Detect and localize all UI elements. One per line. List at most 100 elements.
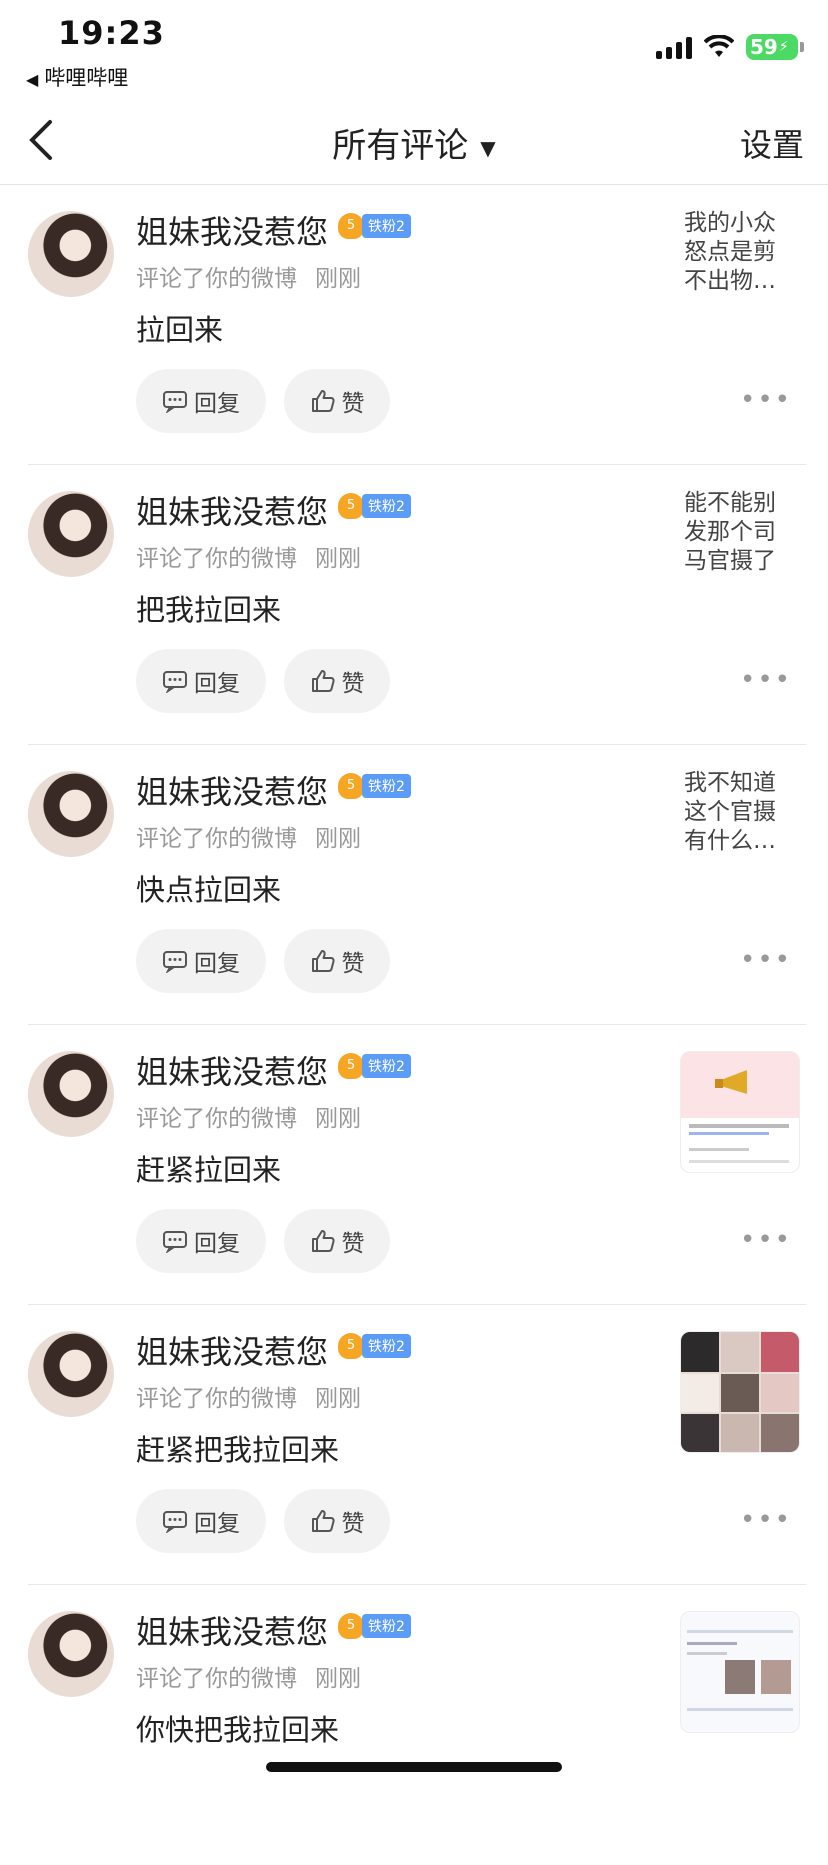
post-preview-thumbnail[interactable] xyxy=(680,1331,800,1453)
crown-icon: 5 xyxy=(338,1333,364,1359)
reply-label: 回复 xyxy=(194,391,240,417)
like-label: 赞 xyxy=(341,951,365,977)
fan-badge: 5 铁粉2 xyxy=(338,773,411,799)
more-options-icon[interactable]: ••• xyxy=(740,665,792,695)
crown-icon: 5 xyxy=(338,773,364,799)
like-label: 赞 xyxy=(341,671,365,697)
thumbs-up-icon xyxy=(311,1510,335,1532)
comment-icon xyxy=(163,391,187,413)
screenshot-image xyxy=(687,1630,793,1711)
comment-item[interactable]: 姐妹我没惹您 5 铁粉2 评论了你的微博 刚刚 拉回来 回复 赞 ••• 我的小众怒… xyxy=(0,185,828,465)
fan-label: 铁粉2 xyxy=(362,1054,411,1078)
crown-icon: 5 xyxy=(338,493,364,519)
fan-badge: 5 铁粉2 xyxy=(338,1613,411,1639)
username[interactable]: 姐妹我没惹您 xyxy=(136,487,328,533)
comment-icon xyxy=(163,951,187,973)
username[interactable]: 姐妹我没惹您 xyxy=(136,767,328,813)
page-title: 所有评论 xyxy=(332,126,469,166)
comment-item[interactable]: 姐妹我没惹您 5 铁粉2 评论了你的微博 刚刚 赶紧拉回来 回复 赞 ••• xyxy=(0,1025,828,1305)
avatar[interactable] xyxy=(28,1331,114,1417)
filter-dropdown[interactable]: 所有评论 ▼ xyxy=(0,118,828,167)
comment-item[interactable]: 姐妹我没惹您 5 铁粉2 评论了你的微博 刚刚 把我拉回来 回复 赞 ••• 能不能… xyxy=(0,465,828,745)
comment-item[interactable]: 姐妹我没惹您 5 铁粉2 评论了你的微博 刚刚 赶紧把我拉回来 回复 赞 ••• xyxy=(0,1305,828,1585)
avatar[interactable] xyxy=(28,211,114,297)
username[interactable]: 姐妹我没惹您 xyxy=(136,1607,328,1653)
nav-bar: 所有评论 ▼ 设置 xyxy=(0,100,828,185)
reply-label: 回复 xyxy=(194,1231,240,1257)
comment-text[interactable]: 拉回来 xyxy=(136,307,223,349)
reply-label: 回复 xyxy=(194,951,240,977)
like-label: 赞 xyxy=(341,1511,365,1537)
reply-label: 回复 xyxy=(194,671,240,697)
username[interactable]: 姐妹我没惹您 xyxy=(136,207,328,253)
like-button[interactable]: 赞 xyxy=(284,1489,390,1553)
avatar[interactable] xyxy=(28,771,114,857)
more-options-icon[interactable]: ••• xyxy=(740,945,792,975)
settings-button[interactable]: 设置 xyxy=(740,120,804,166)
fan-label: 铁粉2 xyxy=(362,1334,411,1358)
comment-icon xyxy=(163,1511,187,1533)
reply-button[interactable]: 回复 xyxy=(136,929,266,993)
like-label: 赞 xyxy=(341,1231,365,1257)
post-preview-text[interactable]: 我的小众怒点是剪不出物… xyxy=(684,209,784,296)
avatar[interactable] xyxy=(28,1051,114,1137)
status-bar: 19:23 ◀ 哔哩哔哩 59 ⚡ xyxy=(0,0,828,100)
photo-collage-image xyxy=(681,1332,799,1452)
reply-button[interactable]: 回复 xyxy=(136,369,266,433)
more-options-icon[interactable]: ••• xyxy=(740,1225,792,1255)
username[interactable]: 姐妹我没惹您 xyxy=(136,1047,328,1093)
thumbs-up-icon xyxy=(311,670,335,692)
megaphone-icon xyxy=(689,1070,789,1163)
fan-label: 铁粉2 xyxy=(362,774,411,798)
comment-meta: 评论了你的微博 刚刚 xyxy=(136,1106,361,1132)
reply-button[interactable]: 回复 xyxy=(136,649,266,713)
comment-meta: 评论了你的微博 刚刚 xyxy=(136,1386,361,1412)
thumbs-up-icon xyxy=(311,1230,335,1252)
more-options-icon[interactable]: ••• xyxy=(740,1505,792,1535)
battery-level: 59 xyxy=(750,35,778,59)
like-button[interactable]: 赞 xyxy=(284,649,390,713)
caret-down-icon: ▼ xyxy=(480,135,496,160)
comment-text[interactable]: 快点拉回来 xyxy=(136,867,281,909)
comment-meta: 评论了你的微博 刚刚 xyxy=(136,546,361,572)
crown-icon: 5 xyxy=(338,1613,364,1639)
avatar[interactable] xyxy=(28,491,114,577)
back-to-app[interactable]: ◀ 哔哩哔哩 xyxy=(26,62,128,92)
crown-icon: 5 xyxy=(338,213,364,239)
fan-badge: 5 铁粉2 xyxy=(338,493,411,519)
battery-icon: 59 ⚡ xyxy=(746,34,804,60)
reply-button[interactable]: 回复 xyxy=(136,1489,266,1553)
avatar[interactable] xyxy=(28,1611,114,1697)
crown-icon: 5 xyxy=(338,1053,364,1079)
fan-label: 铁粉2 xyxy=(362,494,411,518)
comment-item[interactable]: 姐妹我没惹您 5 铁粉2 评论了你的微博 刚刚 快点拉回来 回复 赞 ••• 我不知… xyxy=(0,745,828,1025)
post-preview-thumbnail[interactable] xyxy=(680,1611,800,1733)
post-preview-text[interactable]: 能不能别发那个司马官摄了 xyxy=(684,489,784,576)
like-button[interactable]: 赞 xyxy=(284,369,390,433)
thumbs-up-icon xyxy=(311,390,335,412)
fan-badge: 5 铁粉2 xyxy=(338,1333,411,1359)
more-options-icon[interactable]: ••• xyxy=(740,385,792,415)
comment-meta: 评论了你的微博 刚刚 xyxy=(136,1666,361,1692)
fan-badge: 5 铁粉2 xyxy=(338,213,411,239)
comment-text[interactable]: 把我拉回来 xyxy=(136,587,281,629)
comment-meta: 评论了你的微博 刚刚 xyxy=(136,266,361,292)
fan-badge: 5 铁粉2 xyxy=(338,1053,411,1079)
reply-label: 回复 xyxy=(194,1511,240,1537)
fan-label: 铁粉2 xyxy=(362,1614,411,1638)
fan-label: 铁粉2 xyxy=(362,214,411,238)
like-button[interactable]: 赞 xyxy=(284,1209,390,1273)
comment-text[interactable]: 赶紧把我拉回来 xyxy=(136,1427,339,1469)
comment-text[interactable]: 赶紧拉回来 xyxy=(136,1147,281,1189)
wifi-icon xyxy=(704,35,734,57)
like-button[interactable]: 赞 xyxy=(284,929,390,993)
comment-text[interactable]: 你快把我拉回来 xyxy=(136,1707,339,1749)
back-app-label: 哔哩哔哩 xyxy=(44,66,129,90)
post-preview-thumbnail[interactable] xyxy=(680,1051,800,1173)
comment-item[interactable]: 姐妹我没惹您 5 铁粉2 评论了你的微博 刚刚 你快把我拉回来 xyxy=(0,1585,828,1865)
reply-button[interactable]: 回复 xyxy=(136,1209,266,1273)
comment-meta: 评论了你的微博 刚刚 xyxy=(136,826,361,852)
post-preview-text[interactable]: 我不知道这个官摄有什么… xyxy=(684,769,784,856)
comment-icon xyxy=(163,1231,187,1253)
username[interactable]: 姐妹我没惹您 xyxy=(136,1327,328,1373)
